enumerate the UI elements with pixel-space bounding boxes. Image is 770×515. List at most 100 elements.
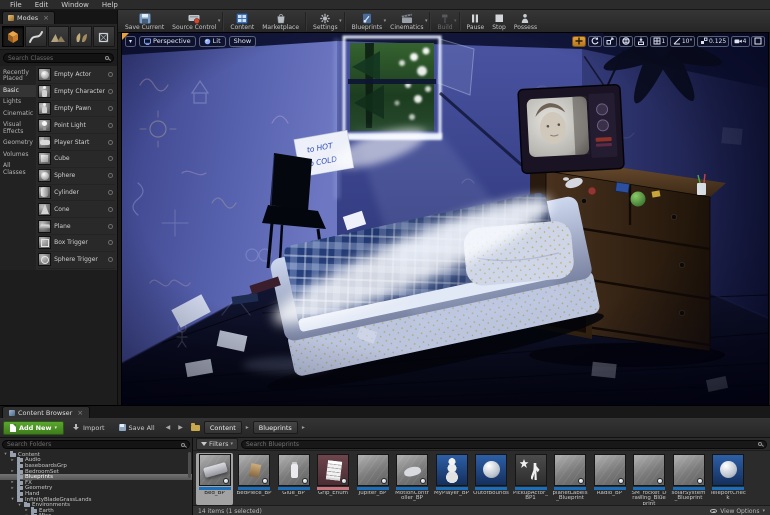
menu-file[interactable]: File (10, 0, 22, 10)
camera-mode-button[interactable]: Perspective (139, 35, 196, 47)
search-folders-input[interactable]: Search Folders (2, 440, 190, 449)
blueprints-button[interactable]: Blueprints ▾ (348, 10, 386, 32)
expander-icon[interactable]: ▸ (10, 458, 15, 463)
asset-jupiter_bp[interactable]: Jupiter_BP (354, 453, 391, 505)
menu-help[interactable]: Help (102, 0, 118, 10)
cinematics-button[interactable]: Cinematics ▾ (386, 10, 427, 32)
source-control-button[interactable]: Source Control ▾ (168, 10, 220, 32)
asset-sm_rocket_drawing_blueprint[interactable]: SM_rocket_Drawing_Blueprint (631, 453, 668, 505)
drag-grip-icon[interactable] (108, 223, 113, 229)
modes-tab-close-icon[interactable]: × (43, 14, 49, 22)
drag-grip-icon[interactable] (108, 122, 113, 128)
scale-snap-button[interactable]: 0.125 (696, 35, 730, 47)
content-browser-tab[interactable]: Content Browser × (2, 406, 91, 418)
view-mode-button[interactable]: Lit (198, 35, 226, 47)
marketplace-button[interactable]: Marketplace (258, 10, 303, 32)
category-visual-effects[interactable]: Visual Effects (0, 120, 36, 138)
asset-motioncontroller_bp[interactable]: MotionController_BP (394, 453, 431, 505)
filters-button[interactable]: Filters ▾ (196, 438, 238, 450)
expander-icon[interactable]: ▾ (3, 452, 8, 457)
level-viewport[interactable]: to HOT to COLD (121, 32, 769, 406)
forward-button[interactable]: ▶ (176, 423, 185, 432)
placeable-item-plane[interactable]: Plane (38, 218, 115, 235)
content-browser-tab-close-icon[interactable]: × (77, 409, 83, 417)
landscape-tool-button[interactable] (47, 26, 70, 47)
placeable-item-player-start[interactable]: Player Start (38, 134, 115, 151)
placeable-item-cube[interactable]: Cube (38, 151, 115, 168)
menu-edit[interactable]: Edit (35, 0, 49, 10)
possess-button[interactable]: Possess (510, 10, 541, 32)
drag-grip-icon[interactable] (108, 105, 113, 111)
expander-icon[interactable]: ▾ (10, 497, 15, 502)
expander-icon[interactable]: ▸ (24, 508, 29, 513)
placeable-item-cone[interactable]: Cone (38, 201, 115, 219)
drag-grip-icon[interactable] (108, 139, 113, 145)
folder-tree-scrollbar[interactable] (188, 452, 191, 478)
drag-grip-icon[interactable] (108, 206, 113, 212)
placeable-item-sphere-trigger[interactable]: Sphere Trigger (38, 252, 115, 269)
back-button[interactable]: ◀ (164, 423, 173, 432)
category-recently-placed[interactable]: Recently Placed (0, 67, 36, 85)
placement-tool-button[interactable] (2, 26, 24, 47)
maximize-viewport-button[interactable] (751, 35, 765, 47)
pause-button[interactable]: Pause (463, 10, 489, 32)
show-flags-button[interactable]: Show (228, 35, 257, 47)
asset-glue_bp[interactable]: Glue_BP (275, 453, 312, 505)
asset-myplayer_bp[interactable]: MyPlayer_BP (433, 453, 470, 505)
placeable-item-cylinder[interactable]: Cylinder (38, 185, 115, 202)
chevron-down-icon[interactable]: ▾ (425, 18, 428, 24)
asset-solarsystem_blueprint[interactable]: solarSystem_Blueprint (670, 453, 707, 505)
translate-tool-button[interactable] (572, 35, 587, 47)
coordinate-system-button[interactable] (618, 35, 633, 47)
drag-grip-icon[interactable] (108, 156, 113, 162)
settings-button[interactable]: Settings ▾ (309, 10, 342, 32)
surface-snapping-button[interactable] (634, 35, 649, 47)
asset-planetlabels_blueprint[interactable]: planetLabels_Blueprint (552, 453, 589, 505)
camera-speed-button[interactable]: 4 (730, 35, 750, 47)
asset-radio_bp[interactable]: Radio_BP (591, 453, 628, 505)
expander-icon[interactable]: ▸ (10, 469, 15, 474)
drag-grip-icon[interactable] (108, 89, 113, 95)
drag-grip-icon[interactable] (108, 189, 113, 195)
scale-tool-button[interactable] (603, 35, 618, 47)
menu-window[interactable]: Window (61, 0, 89, 10)
add-new-button[interactable]: Add New ▾ (3, 420, 64, 435)
placeable-item-box-trigger[interactable]: Box Trigger (38, 235, 115, 252)
chevron-down-icon[interactable]: ▾ (454, 18, 457, 24)
category-geometry[interactable]: Geometry (0, 138, 36, 150)
placeable-item-empty-actor[interactable]: Empty Actor (38, 67, 115, 84)
category-volumes[interactable]: Volumes (0, 149, 36, 161)
drag-grip-icon[interactable] (108, 240, 113, 246)
search-classes-input[interactable]: Search Classes (3, 53, 114, 63)
category-cinematic[interactable]: Cinematic (0, 108, 36, 120)
placeable-item-empty-pawn[interactable]: Empty Pawn (38, 101, 115, 118)
foliage-tool-button[interactable] (70, 26, 93, 47)
category-lights[interactable]: Lights (0, 97, 36, 109)
modes-tab[interactable]: Modes × (2, 11, 55, 24)
search-assets-input[interactable]: Search Blueprints (241, 439, 767, 449)
expander-icon[interactable]: ▾ (17, 503, 22, 508)
expander-icon[interactable]: ▸ (10, 486, 15, 491)
view-options-button[interactable]: View Options ▾ (710, 508, 765, 515)
placeable-item-point-light[interactable]: Point Light (38, 117, 115, 135)
rotation-snap-button[interactable]: 10° (669, 35, 696, 47)
rotate-tool-button[interactable] (587, 35, 602, 47)
grid-snap-button[interactable]: 1 (649, 35, 669, 47)
placeable-item-sphere[interactable]: Sphere (38, 168, 115, 185)
asset-teleportcheck[interactable]: TeleportCheck (710, 453, 747, 505)
save-current-button[interactable]: Save Current (121, 10, 168, 32)
asset-pickupactor_bp1[interactable]: PickupActor_BP1 (512, 453, 549, 505)
drag-grip-icon[interactable] (108, 72, 113, 78)
placeable-item-empty-character[interactable]: Empty Character (38, 84, 115, 101)
import-button[interactable]: Import (68, 422, 110, 434)
asset-bed_bp[interactable]: Bed_BP (196, 453, 233, 505)
expander-icon[interactable]: ▸ (10, 480, 15, 485)
save-all-button[interactable]: Save All (114, 422, 160, 434)
chevron-down-icon[interactable]: ▾ (339, 18, 342, 24)
stop-button[interactable]: Stop (488, 10, 510, 32)
drag-grip-icon[interactable] (108, 257, 113, 263)
geometry-tool-button[interactable] (93, 26, 115, 47)
breadcrumb-blueprints[interactable]: Blueprints (252, 421, 298, 434)
category-basic[interactable]: Basic (0, 85, 37, 97)
asset-outofbounds[interactable]: OutofBounds (473, 453, 510, 505)
